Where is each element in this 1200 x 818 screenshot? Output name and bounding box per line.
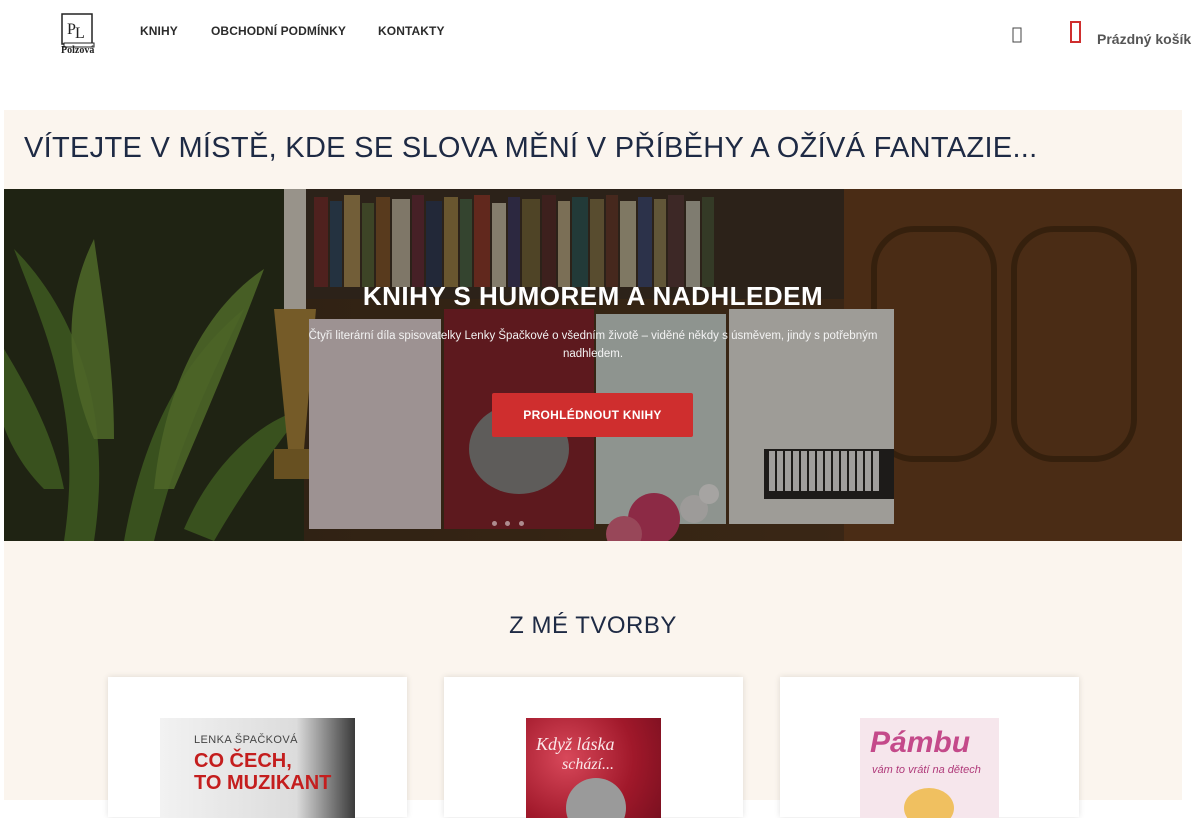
book-title-line1: Pámbu	[870, 726, 971, 759]
book-title-line1: Když láska	[536, 734, 615, 754]
slider-dot[interactable]	[518, 521, 524, 526]
book-cover[interactable]: Pámbu vám to vrátí na dětech	[860, 718, 999, 818]
works-section: Z MÉ TVORBY LENKA ŠPAČKOVÁ CO ČECH, TO M…	[4, 541, 1182, 818]
book-card-kdyz-laska[interactable]: Když láska schází...	[444, 677, 743, 818]
hero-subtitle: Čtyři literární díla spisovatelky Lenky …	[308, 330, 878, 360]
welcome-headline: VÍTEJTE V MÍSTĚ, KDE SE SLOVA MĚNÍ V PŘÍ…	[24, 132, 1038, 164]
slider-dots	[492, 513, 528, 531]
book-title-line1: CO ČECH,	[194, 750, 292, 772]
logo-text: Polzová	[61, 45, 95, 56]
book-card-pambu[interactable]: Pámbu vám to vrátí na dětech	[780, 677, 1079, 818]
book-title-line2: schází...	[562, 756, 614, 773]
nav-kontakty[interactable]: KONTAKTY	[378, 24, 445, 38]
book-title-line2: TO MUZIKANT	[194, 772, 332, 794]
book-cover[interactable]: LENKA ŠPAČKOVÁ CO ČECH, TO MUZIKANT	[160, 718, 355, 818]
site-header: P L Polzová KNIHY OBCHODNÍ PODMÍNKY KONT…	[0, 0, 1200, 110]
welcome-banner: VÍTEJTE V MÍSTĚ, KDE SE SLOVA MĚNÍ V PŘÍ…	[4, 110, 1182, 189]
slider-dot[interactable]	[492, 521, 497, 526]
book-card-co-cech[interactable]: LENKA ŠPAČKOVÁ CO ČECH, TO MUZIKANT	[108, 677, 407, 818]
search-icon[interactable]	[1010, 26, 1026, 44]
hero-title: KNIHY S HUMOREM A NADHLEDEM	[362, 281, 824, 311]
svg-text:L: L	[75, 25, 85, 42]
nav-obchodni-podminky[interactable]: OBCHODNÍ PODMÍNKY	[211, 24, 346, 38]
browse-books-button[interactable]: PROHLÉDNOUT KNIHY	[492, 393, 693, 437]
hero-overlay	[4, 189, 1182, 541]
hero-slider: KNIHY S HUMOREM A NADHLEDEM Čtyři literá…	[4, 189, 1182, 541]
slider-dot[interactable]	[505, 521, 511, 526]
nav-knihy[interactable]: KNIHY	[140, 24, 178, 38]
works-heading: Z MÉ TVORBY	[509, 612, 677, 639]
book-title-line2: vám to vrátí na dětech	[872, 764, 981, 776]
cart-label[interactable]: Prázdný košík	[1097, 31, 1191, 47]
book-author: LENKA ŠPAČKOVÁ	[194, 734, 298, 746]
book-cover[interactable]: Když láska schází...	[526, 718, 661, 818]
site-logo[interactable]: P L Polzová	[58, 12, 98, 58]
shopping-bag-icon[interactable]	[1068, 20, 1084, 46]
